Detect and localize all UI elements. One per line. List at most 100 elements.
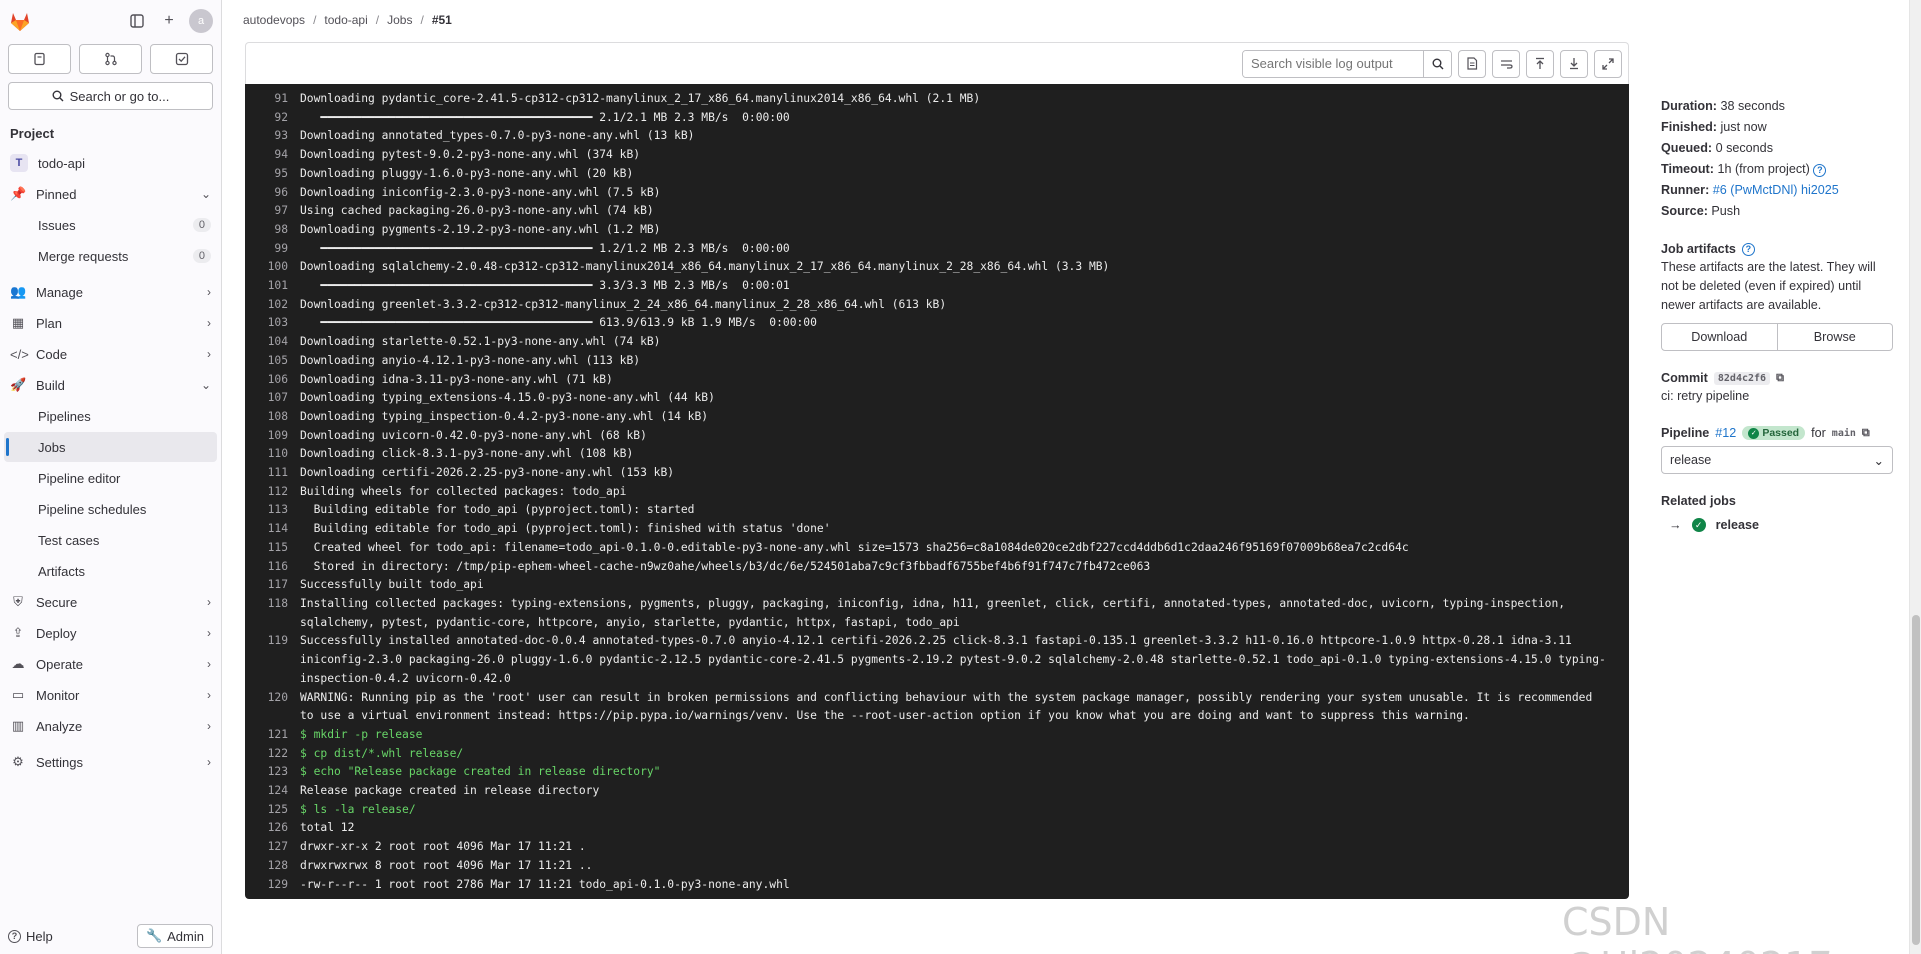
log-line-number[interactable]: 116 xyxy=(245,558,300,577)
log-text: Successfully installed annotated-doc-0.0… xyxy=(300,634,1606,685)
scroll-to-top-button[interactable] xyxy=(1526,49,1554,78)
log-line-number[interactable]: 115 xyxy=(245,539,300,558)
log-line-number[interactable]: 128 xyxy=(245,857,300,876)
sidebar-item-deploy[interactable]: ⇪ Deploy › xyxy=(4,618,217,648)
log-line-number[interactable]: 127 xyxy=(245,838,300,857)
log-line-number[interactable]: 121 xyxy=(245,726,300,745)
help-icon[interactable]: ? xyxy=(1741,242,1755,256)
gitlab-logo-icon[interactable] xyxy=(8,9,32,33)
scrollbar-thumb[interactable] xyxy=(1912,615,1920,945)
breadcrumb-separator: / xyxy=(313,13,317,27)
sidebar-item-jobs[interactable]: Jobs xyxy=(4,432,217,462)
copy-icon[interactable]: ⧉ xyxy=(1776,372,1784,385)
log-line-number[interactable]: 99 xyxy=(245,240,300,259)
runner-link[interactable]: #6 (PwMctDNl) hi2025 xyxy=(1713,183,1839,197)
sidebar-item-pipeline-schedules[interactable]: Pipeline schedules xyxy=(4,494,217,524)
sidebar-project[interactable]: T todo-api xyxy=(4,148,217,178)
sidebar-item-test-cases[interactable]: Test cases xyxy=(4,525,217,555)
stage-select[interactable]: release ⌄ xyxy=(1661,446,1893,474)
log-line-number[interactable]: 92 xyxy=(245,109,300,128)
log-line-number[interactable]: 110 xyxy=(245,445,300,464)
log-line-number[interactable]: 124 xyxy=(245,782,300,801)
copy-icon[interactable]: ⧉ xyxy=(1862,427,1870,440)
log-line-number[interactable]: 111 xyxy=(245,464,300,483)
log-line-number[interactable]: 93 xyxy=(245,127,300,146)
sidebar-item-build[interactable]: 🚀 Build ⌄ xyxy=(4,370,217,400)
log-line-number[interactable]: 102 xyxy=(245,296,300,315)
log-line-number[interactable]: 101 xyxy=(245,277,300,296)
browse-button[interactable]: Browse xyxy=(1777,323,1893,351)
log-line-number[interactable]: 94 xyxy=(245,146,300,165)
log-line: 113 Building editable for todo_api (pypr… xyxy=(245,501,1629,520)
breadcrumb-item[interactable]: autodevops xyxy=(243,13,305,27)
log-line-number[interactable]: 97 xyxy=(245,202,300,221)
log-line-number[interactable]: 119 xyxy=(245,632,300,688)
related-job-item[interactable]: → ✓ release xyxy=(1661,518,1893,532)
sidebar-item-artifacts[interactable]: Artifacts xyxy=(4,556,217,586)
issues-shortcut-button[interactable] xyxy=(8,44,71,74)
log-search-button[interactable] xyxy=(1423,50,1451,77)
log-line-number[interactable]: 114 xyxy=(245,520,300,539)
chevron-right-icon: › xyxy=(207,719,211,733)
log-line-number[interactable]: 112 xyxy=(245,483,300,502)
log-line-number[interactable]: 126 xyxy=(245,819,300,838)
sidebar-item-pinned[interactable]: 📌 Pinned ⌄ xyxy=(4,179,217,209)
log-line-number[interactable]: 120 xyxy=(245,689,300,726)
project-avatar: T xyxy=(10,154,28,172)
log-line-number[interactable]: 129 xyxy=(245,876,300,895)
log-line-number[interactable]: 122 xyxy=(245,745,300,764)
log-line-number[interactable]: 123 xyxy=(245,763,300,782)
admin-button[interactable]: 🔧 Admin xyxy=(136,924,213,948)
log-line-number[interactable]: 104 xyxy=(245,333,300,352)
log-line-number[interactable]: 113 xyxy=(245,501,300,520)
commit-sha[interactable]: 82d4c2f6 xyxy=(1713,371,1771,385)
help-button[interactable]: ? Help xyxy=(8,929,53,944)
breadcrumb-item[interactable]: Jobs xyxy=(387,13,412,27)
log-line-number[interactable]: 96 xyxy=(245,184,300,203)
breadcrumb-current[interactable]: #51 xyxy=(432,13,452,27)
sidebar-item-manage[interactable]: 👥 Manage › xyxy=(4,277,217,307)
search-button[interactable]: Search or go to... xyxy=(8,82,213,110)
log-line-number[interactable]: 95 xyxy=(245,165,300,184)
sidebar-item-pipelines[interactable]: Pipelines xyxy=(4,401,217,431)
log-line-number[interactable]: 109 xyxy=(245,427,300,446)
sidebar-item-issues[interactable]: Issues 0 xyxy=(4,210,217,240)
sidebar-item-pipeline-editor[interactable]: Pipeline editor xyxy=(4,463,217,493)
wrap-lines-button[interactable] xyxy=(1492,49,1520,78)
watermark: CSDN @Hi20240217 xyxy=(1562,900,1833,954)
log-line-number[interactable]: 106 xyxy=(245,371,300,390)
show-raw-button[interactable] xyxy=(1458,49,1486,78)
sidebar-item-analyze[interactable]: ▥ Analyze › xyxy=(4,711,217,741)
sidebar-item-operate[interactable]: ☁ Operate › xyxy=(4,649,217,679)
page-scrollbar[interactable] xyxy=(1909,0,1921,954)
scroll-to-bottom-button[interactable] xyxy=(1560,49,1588,78)
pipeline-link[interactable]: #12 xyxy=(1715,426,1736,440)
help-icon[interactable]: ? xyxy=(1813,164,1827,177)
sidebar-item-code[interactable]: </> Code › xyxy=(4,339,217,369)
fullscreen-button[interactable] xyxy=(1594,49,1622,78)
log-line-number[interactable]: 103 xyxy=(245,314,300,333)
log-line-number[interactable]: 91 xyxy=(245,90,300,109)
ref-name[interactable]: main xyxy=(1832,428,1856,439)
sidebar-item-merge-requests[interactable]: Merge requests 0 xyxy=(4,241,217,271)
sidebar-item-settings[interactable]: ⚙ Settings › xyxy=(4,747,217,777)
sidebar-item-monitor[interactable]: ▭ Monitor › xyxy=(4,680,217,710)
sidebar-item-plan[interactable]: ▦ Plan › xyxy=(4,308,217,338)
log-line-number[interactable]: 108 xyxy=(245,408,300,427)
collapse-sidebar-icon[interactable] xyxy=(125,9,149,33)
log-line-number[interactable]: 100 xyxy=(245,258,300,277)
log-line-number[interactable]: 125 xyxy=(245,801,300,820)
avatar[interactable]: a xyxy=(189,9,213,33)
log-line-number[interactable]: 118 xyxy=(245,595,300,632)
log-search-input[interactable] xyxy=(1243,50,1423,77)
merge-requests-shortcut-button[interactable] xyxy=(79,44,142,74)
log-line-number[interactable]: 105 xyxy=(245,352,300,371)
todo-shortcut-button[interactable] xyxy=(150,44,213,74)
plus-icon[interactable]: + xyxy=(157,9,181,33)
log-line-number[interactable]: 98 xyxy=(245,221,300,240)
log-line-number[interactable]: 107 xyxy=(245,389,300,408)
sidebar-item-secure[interactable]: ⛨ Secure › xyxy=(4,587,217,617)
breadcrumb-item[interactable]: todo-api xyxy=(324,13,367,27)
download-button[interactable]: Download xyxy=(1661,323,1778,351)
log-line-number[interactable]: 117 xyxy=(245,576,300,595)
